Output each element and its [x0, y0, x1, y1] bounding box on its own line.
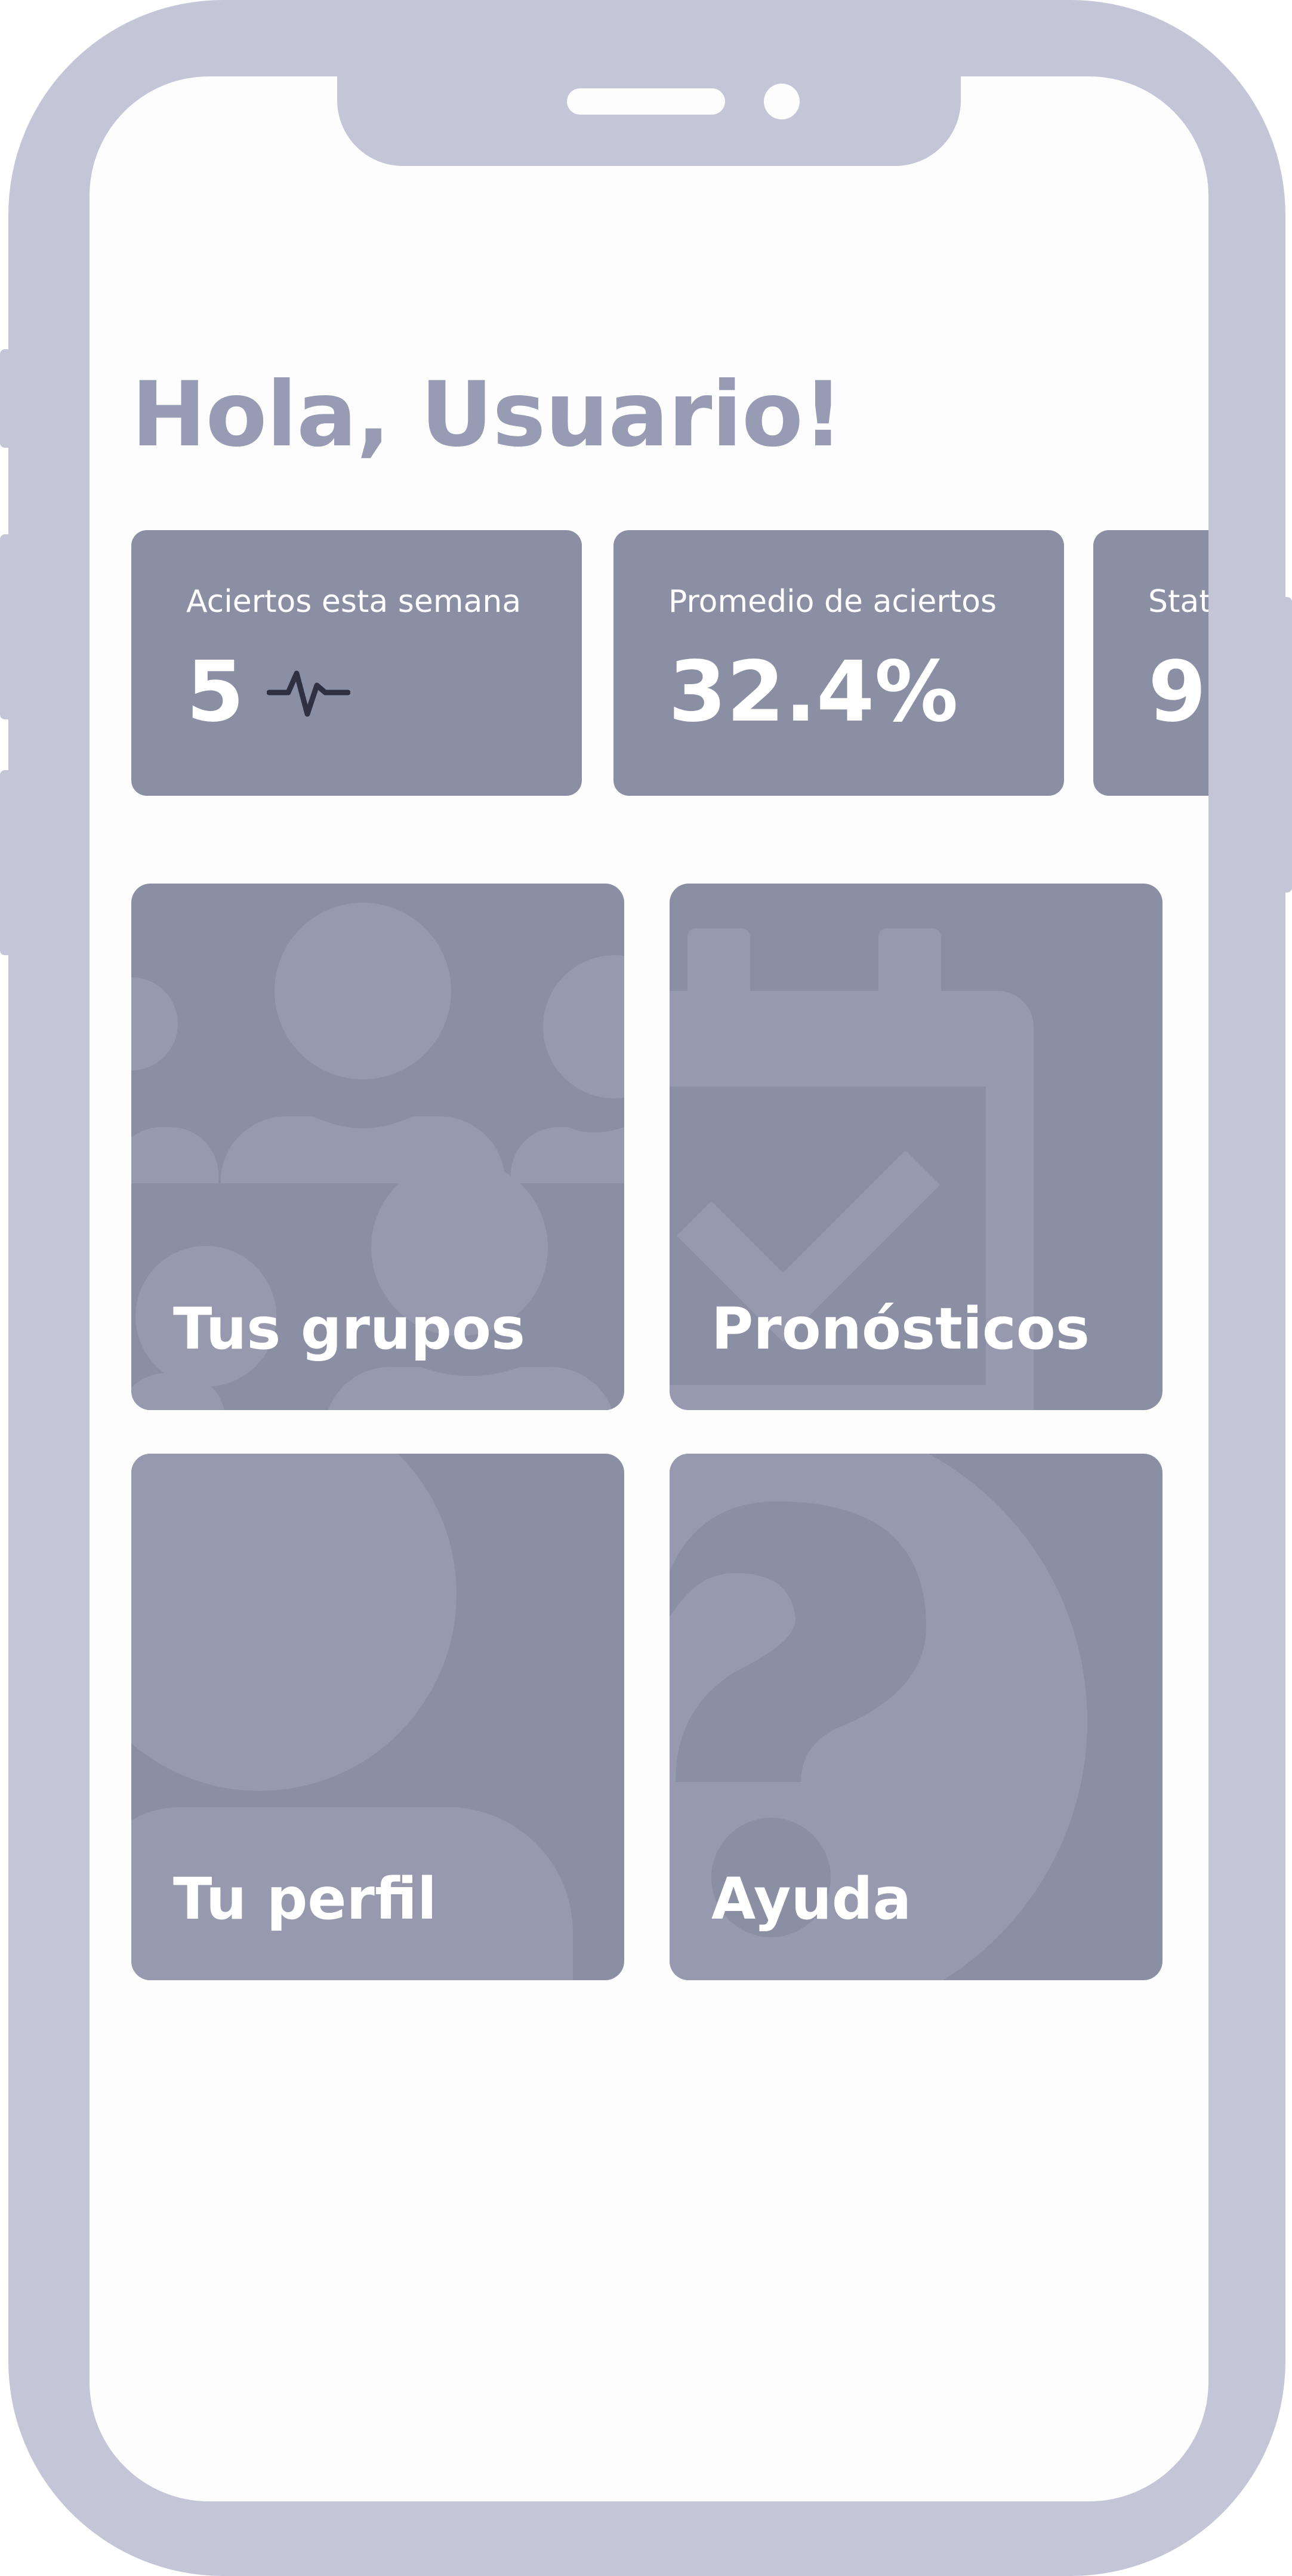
stat-label: Promedio de aciertos	[668, 584, 997, 620]
tile-tu-perfil[interactable]: Tu perfil	[131, 1454, 624, 1980]
stat-value: 32.4%	[668, 644, 958, 741]
tile-label: Tu perfil	[173, 1866, 437, 1932]
tile-label: Pronósticos	[711, 1295, 1090, 1362]
phone-power-button	[1274, 597, 1292, 892]
tile-label: Ayuda	[711, 1866, 912, 1932]
stat-value: 5	[186, 644, 245, 741]
tile-ayuda[interactable]: Ayuda	[670, 1454, 1163, 1980]
phone-volume-down-button	[0, 770, 18, 955]
speaker-grill	[567, 88, 725, 115]
phone-side-button	[0, 349, 18, 448]
greeting-title: Hola, Usuario!	[131, 363, 843, 467]
stat-card-weekly-hits[interactable]: Aciertos esta semana 5	[131, 530, 582, 796]
stat-value: 95	[1148, 644, 1208, 741]
stat-card-third[interactable]: Stat 95	[1093, 530, 1208, 796]
stat-card-average-hits[interactable]: Promedio de aciertos 32.4%	[613, 530, 1064, 796]
front-camera	[764, 84, 800, 119]
stat-label: Aciertos esta semana	[186, 584, 522, 620]
pulse-icon	[267, 670, 351, 716]
stat-value-row: 5	[186, 644, 351, 741]
tile-pronosticos[interactable]: Pronósticos	[670, 884, 1163, 1410]
tile-label: Tus grupos	[173, 1295, 526, 1362]
phone-volume-up-button	[0, 534, 18, 719]
stat-label: Stat	[1148, 584, 1208, 620]
tile-tus-grupos[interactable]: Tus grupos	[131, 884, 624, 1410]
phone-screen: Hola, Usuario! Aciertos esta semana 5 Pr…	[90, 76, 1208, 2501]
